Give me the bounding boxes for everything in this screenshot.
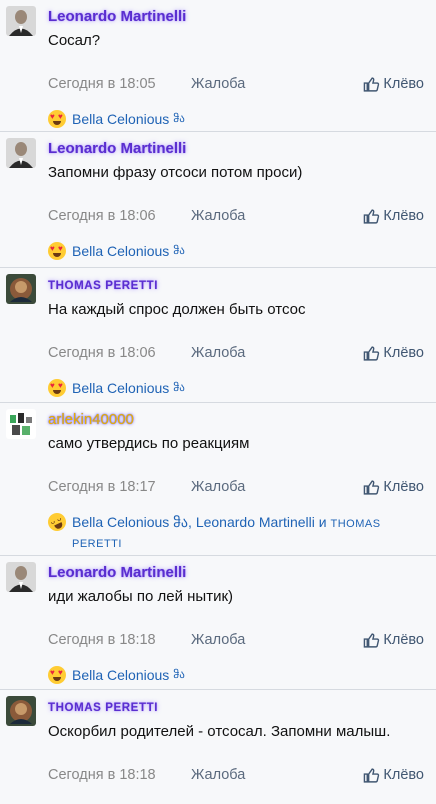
comment-meta: Сегодня в 18:18 Жалоба Клёво <box>48 630 436 650</box>
like-button[interactable]: Клёво <box>363 345 424 362</box>
thumbs-up-icon <box>364 632 380 648</box>
like-button[interactable]: Клёво <box>363 76 424 93</box>
thumbs-up-icon <box>364 208 380 224</box>
comment: arlekin40000 само утвердись по реакциям … <box>0 403 436 556</box>
comment-meta: Сегодня в 18:06 Жалоба Клёво <box>48 343 436 363</box>
comment-meta: Сегодня в 18:17 Жалоба Клёво <box>48 477 436 497</box>
reactors-suffix: ჵა <box>173 382 185 394</box>
author-name[interactable]: arlekin40000 <box>48 411 134 429</box>
author-name[interactable]: Leonardo Martinelli <box>48 8 186 26</box>
reactors-suffix: ჵა <box>173 245 185 257</box>
heart-eyes-emoji: ♥ ♥ <box>48 110 66 128</box>
comment-text: само утвердись по реакциям <box>48 435 250 452</box>
avatar[interactable] <box>6 138 36 168</box>
comment-meta: Сегодня в 18:05 Жалоба Клёво <box>48 74 436 94</box>
like-label: Клёво <box>383 479 424 495</box>
heart-eyes-emoji: ♥ ♥ <box>48 379 66 397</box>
timestamp[interactable]: Сегодня в 18:18 <box>48 632 191 648</box>
timestamp[interactable]: Сегодня в 18:06 <box>48 345 191 361</box>
report-link[interactable]: Жалоба <box>191 208 245 224</box>
heart-eyes-emoji: ♥ ♥ <box>48 666 66 684</box>
author-name[interactable]: THOMAS PERETTI <box>48 699 158 717</box>
comment-text: Запомни фразу отсоси потом проси) <box>48 164 303 181</box>
thumbs-up-icon <box>364 767 380 783</box>
like-label: Клёво <box>383 632 424 648</box>
reactors-list: Bella Celonious <box>72 667 170 683</box>
avatar[interactable] <box>6 562 36 592</box>
like-button[interactable]: Клёво <box>363 632 424 649</box>
author-name[interactable]: Leonardo Martinelli <box>48 140 186 158</box>
thumbs-up-icon <box>364 479 380 495</box>
rofl-emoji: ᴗᴗ <box>45 510 69 534</box>
comment: THOMAS PERETTI Оскорбил родителей - отсо… <box>0 690 436 804</box>
like-label: Клёво <box>383 208 424 224</box>
thumbs-up-icon <box>364 76 380 92</box>
comment-text: Оскорбил родителей - отсосал. Запомни ма… <box>48 723 391 740</box>
reactors-list-wrap: Bella Celonious ჵა, Leonardo Martinelli … <box>72 513 381 553</box>
like-label: Клёво <box>383 345 424 361</box>
comment-meta: Сегодня в 18:18 Жалоба Клёво <box>48 765 436 785</box>
avatar[interactable] <box>6 696 36 726</box>
reactors-list: Bella Celonious <box>72 111 170 127</box>
reactors-suffix: ჵა <box>173 669 185 681</box>
comment: THOMAS PERETTI На каждый спрос должен бы… <box>0 268 436 403</box>
comment-text: Сосал? <box>48 32 101 49</box>
comment-text: иди жалобы по лей нытик) <box>48 588 234 605</box>
comment: Leonardo Martinelli Запомни фразу отсоси… <box>0 132 436 268</box>
reactors-suffix: THOMAS <box>330 518 381 530</box>
timestamp[interactable]: Сегодня в 18:18 <box>48 767 191 783</box>
avatar[interactable] <box>6 409 36 439</box>
timestamp[interactable]: Сегодня в 18:05 <box>48 76 191 92</box>
comment-meta: Сегодня в 18:06 Жалоба Клёво <box>48 206 436 226</box>
like-label: Клёво <box>383 767 424 783</box>
report-link[interactable]: Жалоба <box>191 632 245 648</box>
report-link[interactable]: Жалоба <box>191 345 245 361</box>
timestamp[interactable]: Сегодня в 18:17 <box>48 479 191 495</box>
reactors-list: Bella Celonious <box>72 243 170 259</box>
comment-feed: Leonardo Martinelli Сосал? Сегодня в 18:… <box>0 0 436 804</box>
comment-text: На каждый спрос должен быть отсос <box>48 301 306 318</box>
comment: Leonardo Martinelli иди жалобы по лей ны… <box>0 556 436 690</box>
like-button[interactable]: Клёво <box>363 767 424 784</box>
like-button[interactable]: Клёво <box>363 208 424 225</box>
comment: Leonardo Martinelli Сосал? Сегодня в 18:… <box>0 0 436 132</box>
report-link[interactable]: Жалоба <box>191 479 245 495</box>
report-link[interactable]: Жалоба <box>191 767 245 783</box>
avatar[interactable] <box>6 274 36 304</box>
reactors-list: Bella Celonious <box>72 380 170 396</box>
like-label: Клёво <box>383 76 424 92</box>
timestamp[interactable]: Сегодня в 18:06 <box>48 208 191 224</box>
author-name[interactable]: Leonardo Martinelli <box>48 564 186 582</box>
avatar[interactable] <box>6 6 36 36</box>
like-button[interactable]: Клёво <box>363 479 424 496</box>
report-link[interactable]: Жалоба <box>191 76 245 92</box>
thumbs-up-icon <box>364 345 380 361</box>
reactors-line2: PERETTI <box>72 538 122 550</box>
reactors-list: Bella Celonious ჵა, Leonardo Martinelli … <box>72 514 327 530</box>
heart-eyes-emoji: ♥ ♥ <box>48 242 66 260</box>
author-name[interactable]: THOMAS PERETTI <box>48 277 158 295</box>
reactors-suffix: ჵა <box>173 113 185 125</box>
reactions-row[interactable]: ♥ ♥ Bella Celonious ჵა <box>48 242 436 270</box>
